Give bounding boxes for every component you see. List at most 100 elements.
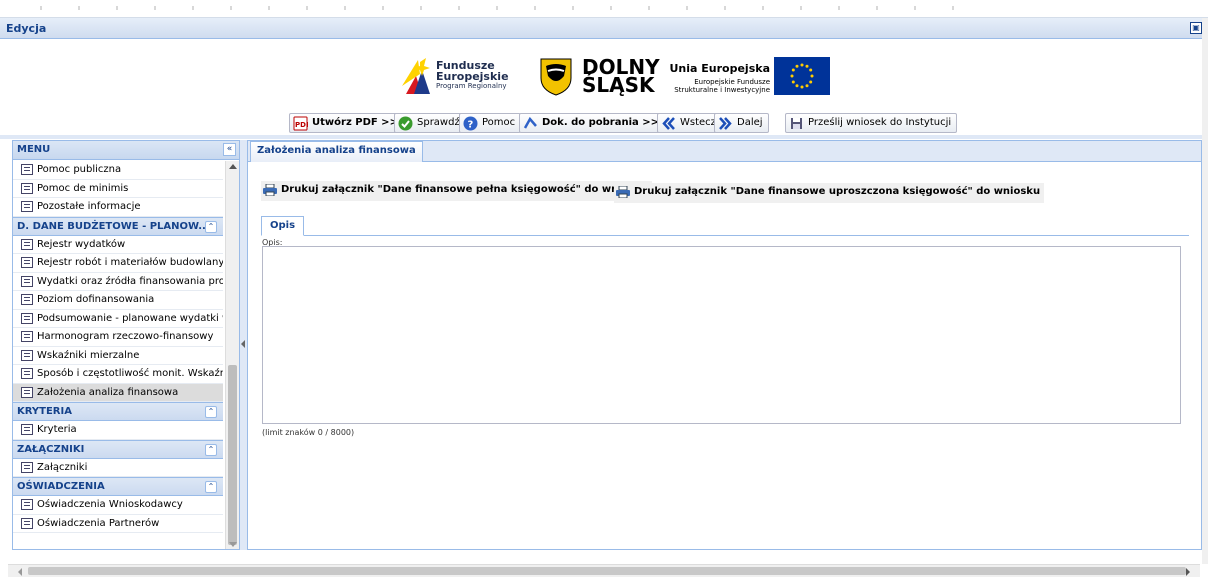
menu-item-harmonogram[interactable]: Harmonogram rzeczowo-finansowy bbox=[13, 328, 223, 347]
fe-title: Fundusze Europejskie bbox=[436, 60, 509, 82]
menu-item-oswiadczenia-wnioskodawcy[interactable]: Oświadczenia Wnioskodawcy bbox=[13, 496, 223, 515]
menu-item-label: Załączniki bbox=[37, 461, 88, 473]
collapse-sidebar-icon[interactable]: « bbox=[223, 143, 236, 156]
menu-group-oswiadczenia[interactable]: OŚWIADCZENIA ⌃ bbox=[13, 477, 223, 496]
menu-item-zalozenia-analiza[interactable]: Założenia analiza finansowa bbox=[13, 383, 223, 402]
window-right-scrollbar[interactable] bbox=[1202, 18, 1208, 564]
panel-splitter[interactable] bbox=[240, 140, 247, 550]
menu-group-title: ZAŁĄCZNIKI bbox=[17, 443, 85, 455]
send-application-button[interactable]: Prześlij wniosek do Instytucji bbox=[785, 113, 958, 133]
form-icon bbox=[21, 349, 33, 361]
create-pdf-button[interactable]: PDF Utwórz PDF >> bbox=[289, 113, 404, 133]
collapse-group-icon[interactable]: ⌃ bbox=[205, 481, 217, 493]
tab-opis[interactable]: Opis bbox=[261, 216, 305, 236]
next-label: Dalej bbox=[737, 117, 763, 128]
form-icon bbox=[21, 257, 33, 268]
menu-item-label: Wskaźniki mierzalne bbox=[37, 349, 140, 361]
horizontal-scrollbar-thumb[interactable] bbox=[28, 567, 1186, 575]
eu-flag-icon bbox=[774, 57, 830, 95]
check-button[interactable]: Sprawdź bbox=[394, 113, 466, 133]
fe-subtitle: Program Regionalny bbox=[436, 82, 507, 90]
window-titlebar: Edycja ▣ bbox=[0, 18, 1208, 39]
svg-text:PDF: PDF bbox=[295, 121, 308, 129]
menu-item-kryteria[interactable]: Kryteria bbox=[13, 421, 223, 440]
form-icon bbox=[21, 182, 33, 194]
form-icon bbox=[21, 275, 33, 287]
printer-icon bbox=[616, 186, 630, 198]
print-simplified-accounting-button[interactable]: Drukuj załącznik "Dane finansowe uproszc… bbox=[614, 183, 1045, 203]
logo-fundusze-europejskie: Fundusze Europejskie Program Regionalny bbox=[400, 54, 540, 98]
form-icon bbox=[21, 461, 33, 473]
menu-item-wskazniki[interactable]: Wskaźniki mierzalne bbox=[13, 347, 223, 365]
scroll-down-icon[interactable] bbox=[229, 542, 237, 547]
menu-item-sposob-monitorowania[interactable]: Sposób i częstotliwość monit. Wskaźni bbox=[13, 365, 223, 384]
print-full-accounting-button[interactable]: Drukuj załącznik "Dane finansowe pełna k… bbox=[261, 181, 653, 201]
form-icon bbox=[21, 386, 33, 398]
menu-item-zalaczniki[interactable]: Załączniki bbox=[13, 459, 223, 477]
back-button[interactable]: Wstecz bbox=[657, 113, 722, 133]
tab-zalozenia-analiza[interactable]: Założenia analiza finansowa bbox=[250, 141, 423, 162]
pdf-icon: PDF bbox=[293, 116, 308, 131]
menu-group-kryteria[interactable]: KRYTERIA ⌃ bbox=[13, 402, 223, 421]
menu-item-pozostale-informacje[interactable]: Pozostałe informacje bbox=[13, 198, 223, 217]
restore-icon[interactable]: ▣ bbox=[1190, 22, 1202, 34]
horizontal-scrollbar[interactable] bbox=[8, 564, 1200, 577]
menu-group-dane-budzetowe[interactable]: D. DANE BUDŻETOWE - PLANOW... ⌃ bbox=[13, 216, 223, 236]
check-icon bbox=[398, 116, 413, 131]
print-simplified-label: Drukuj załącznik "Dane finansowe uproszc… bbox=[634, 186, 1041, 197]
form-icon bbox=[21, 424, 33, 435]
logo-unia-europejska: Unia Europejska Europejskie Fundusze Stru… bbox=[669, 54, 830, 98]
menu-item-oswiadczenia-partnerow[interactable]: Oświadczenia Partnerów bbox=[13, 515, 223, 533]
form-icon bbox=[21, 164, 33, 175]
menu-item-label: Założenia analiza finansowa bbox=[37, 386, 179, 398]
form-icon bbox=[21, 499, 33, 510]
double-right-arrow-icon bbox=[719, 117, 732, 130]
form-icon bbox=[21, 331, 33, 342]
menu-item-poziom-dofinansowania[interactable]: Poziom dofinansowania bbox=[13, 291, 223, 310]
logo-dolny-slask: DOLNY ŚLĄSK bbox=[538, 54, 668, 98]
form-icon bbox=[21, 238, 33, 250]
ue-line3: Strukturalne i Inwestycyjne bbox=[674, 86, 770, 94]
scroll-up-icon[interactable] bbox=[229, 164, 237, 169]
sidebar: MENU « Pomoc publiczna Pomoc de minimis … bbox=[12, 140, 240, 550]
ue-subtitle: Europejskie Fundusze Strukturalne i Inwes… bbox=[674, 78, 770, 94]
ds-title: DOLNY ŚLĄSK bbox=[582, 57, 660, 97]
menu-item-label: Wydatki oraz źródła finansowania proj bbox=[37, 275, 223, 287]
help-button[interactable]: ? Pomoc bbox=[459, 113, 522, 133]
menu-item-pomoc-publiczna[interactable]: Pomoc publiczna bbox=[13, 161, 223, 180]
help-icon: ? bbox=[463, 116, 478, 131]
form-icon bbox=[21, 312, 33, 324]
print-full-label: Drukuj załącznik "Dane finansowe pełna k… bbox=[281, 184, 649, 195]
collapse-group-icon[interactable]: ⌃ bbox=[205, 443, 217, 456]
char-limit-counter: (limit znaków 0 / 8000) bbox=[262, 428, 355, 437]
sub-tabstrip: Opis bbox=[261, 216, 1189, 236]
scrollbar-thumb[interactable] bbox=[228, 365, 237, 545]
collapse-group-icon[interactable]: ⌃ bbox=[205, 406, 217, 418]
header: Fundusze Europejskie Program Regionalny D… bbox=[0, 40, 1202, 135]
menu-item-pomoc-de-minimis[interactable]: Pomoc de minimis bbox=[13, 180, 223, 198]
download-icon bbox=[523, 116, 537, 129]
menu-item-rejestr-wydatkow[interactable]: Rejestr wydatków bbox=[13, 236, 223, 254]
menu-item-label: Oświadczenia Wnioskodawcy bbox=[37, 499, 183, 510]
menu-group-title: OŚWIADCZENIA bbox=[17, 481, 105, 492]
collapse-group-icon[interactable]: ⌃ bbox=[205, 220, 217, 233]
menu-group-title: D. DANE BUDŻETOWE - PLANOW... bbox=[17, 220, 210, 232]
form-icon bbox=[21, 368, 33, 379]
menu-item-label: Pomoc de minimis bbox=[37, 182, 129, 194]
ds-line2: ŚLĄSK bbox=[582, 73, 655, 97]
opis-textarea[interactable] bbox=[262, 246, 1181, 424]
scroll-right-icon[interactable] bbox=[1186, 568, 1190, 576]
next-button[interactable]: Dalej bbox=[714, 113, 769, 133]
download-docs-button[interactable]: Dok. do pobrania >> bbox=[519, 113, 666, 133]
collapse-left-icon[interactable] bbox=[241, 340, 245, 348]
menu-item-podsumowanie[interactable]: Podsumowanie - planowane wydatki w bbox=[13, 310, 223, 328]
sidebar-scrollbar[interactable] bbox=[225, 161, 239, 549]
menu-group-zalaczniki[interactable]: ZAŁĄCZNIKI ⌃ bbox=[13, 439, 223, 459]
scroll-left-icon[interactable] bbox=[18, 568, 22, 576]
logos: Fundusze Europejskie Program Regionalny D… bbox=[400, 54, 830, 98]
menu-item-wydatki-zrodla[interactable]: Wydatki oraz źródła finansowania proj bbox=[13, 273, 223, 291]
sidebar-title: MENU bbox=[17, 144, 51, 155]
menu-item-rejestr-robot[interactable]: Rejestr robót i materiałów budowlanyc bbox=[13, 254, 223, 273]
form-icon bbox=[21, 201, 33, 212]
printer-icon bbox=[263, 184, 277, 196]
